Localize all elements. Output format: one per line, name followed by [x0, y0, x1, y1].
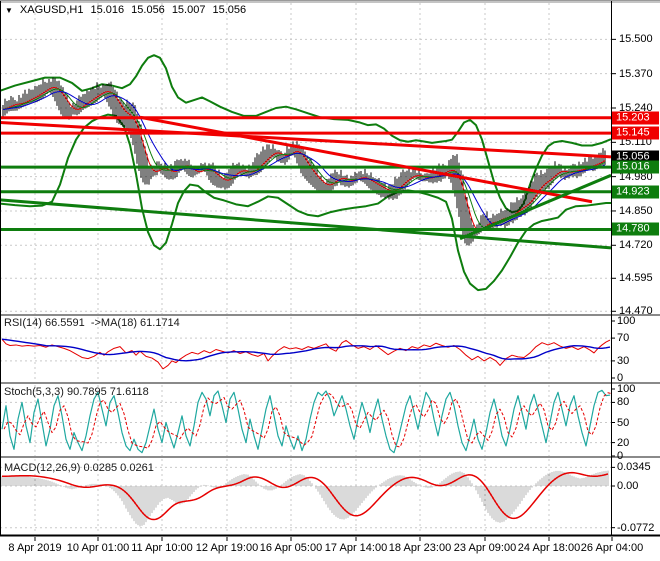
price-axis[interactable] — [612, 1, 660, 535]
main-chart-panel[interactable] — [0, 1, 612, 315]
chart-window: ▼ XAGUSD,H1 15.016 15.056 15.007 15.056 … — [0, 1, 660, 561]
macd-panel[interactable] — [0, 458, 612, 534]
rsi-panel[interactable] — [0, 316, 612, 383]
time-axis[interactable] — [0, 536, 660, 561]
stoch-panel[interactable] — [0, 384, 612, 457]
